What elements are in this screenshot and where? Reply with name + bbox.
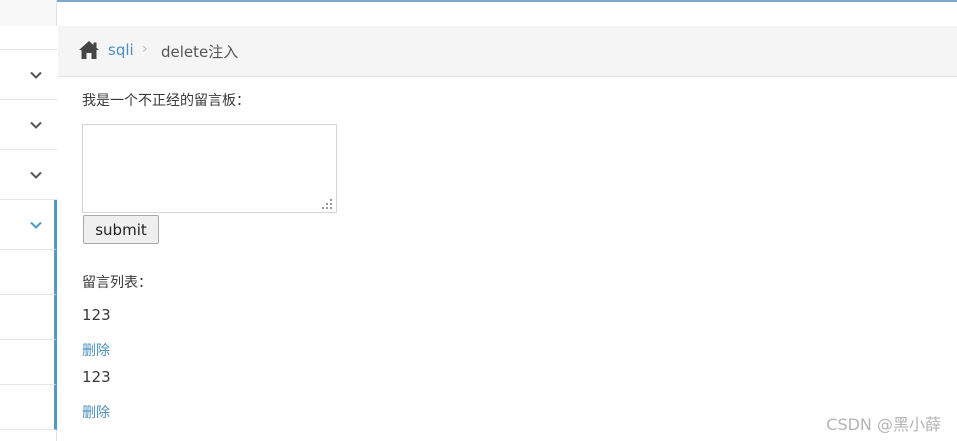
message-list-label: 留言列表：	[82, 275, 152, 291]
breadcrumb: sqli › delete注入	[58, 26, 957, 77]
breadcrumb-link-sqli[interactable]: sqli	[108, 41, 134, 59]
sidebar-item-2[interactable]	[0, 100, 57, 150]
chevron-down-icon	[30, 121, 42, 129]
chevron-down-icon	[30, 171, 42, 179]
sidebar-subitem-3[interactable]	[0, 340, 57, 385]
message-text: 123	[82, 306, 111, 324]
sidebar-item-sqli-active[interactable]	[0, 200, 57, 250]
breadcrumb-current: delete注入	[161, 43, 239, 61]
sidebar-subitem-4[interactable]	[0, 385, 57, 430]
sidebar-item-top[interactable]	[0, 26, 57, 50]
board-label: 我是一个不正经的留言板：	[82, 93, 250, 109]
sidebar-subitem-1[interactable]	[0, 250, 57, 295]
home-icon[interactable]	[78, 40, 100, 60]
resize-grip-icon[interactable]	[322, 199, 333, 210]
top-accent-line	[57, 0, 957, 2]
sidebar-subitem-2[interactable]	[0, 295, 57, 340]
chevron-down-icon	[30, 221, 42, 229]
delete-link[interactable]: 删除	[82, 402, 382, 422]
submit-button[interactable]: submit	[83, 215, 159, 244]
top-bar	[0, 0, 957, 26]
breadcrumb-separator-icon: ›	[142, 41, 148, 57]
list-item: 123 删除	[82, 306, 382, 360]
watermark: CSDN @黑小薛	[826, 415, 941, 434]
list-item: 123 删除	[82, 368, 382, 422]
message-textarea[interactable]	[82, 124, 337, 213]
delete-link[interactable]: 删除	[82, 340, 382, 360]
sidebar-item-3[interactable]	[0, 150, 57, 200]
message-text: 123	[82, 368, 111, 386]
sidebar	[0, 26, 57, 441]
top-bar-left	[0, 0, 57, 26]
sidebar-item-1[interactable]	[0, 50, 57, 100]
chevron-down-icon	[30, 71, 42, 79]
